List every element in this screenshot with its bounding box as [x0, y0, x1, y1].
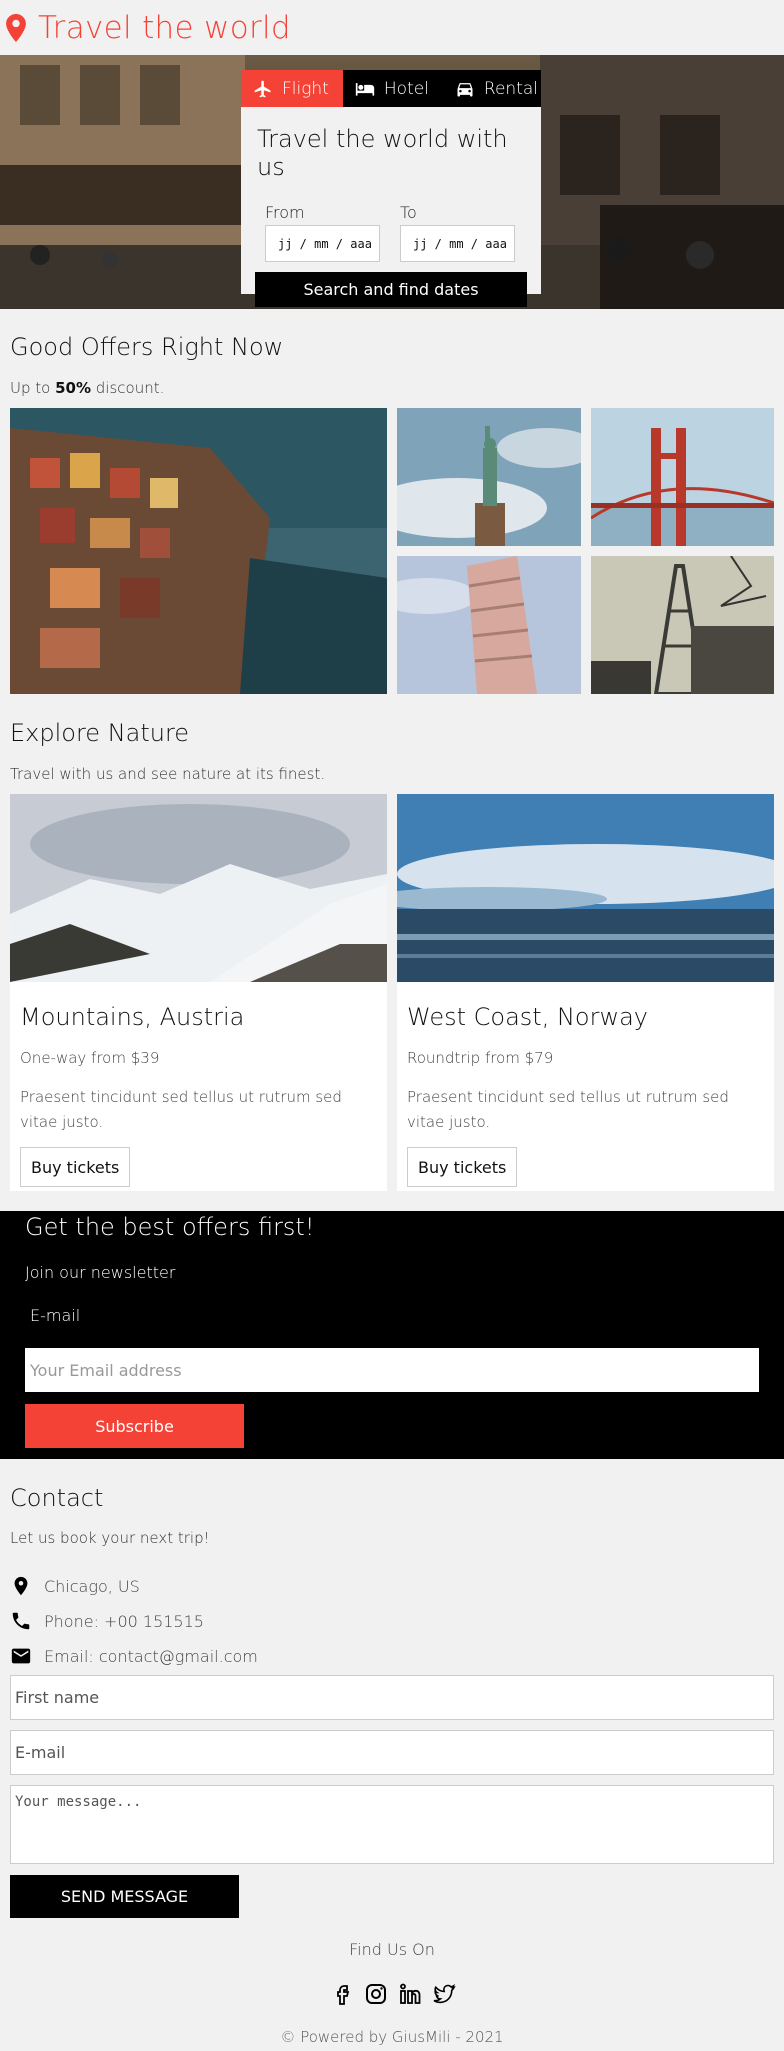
nature-title: Explore Nature — [10, 719, 190, 747]
twitter-icon[interactable] — [432, 1982, 456, 2006]
facebook-icon[interactable] — [330, 1982, 354, 2006]
newsletter-email-input[interactable] — [25, 1348, 759, 1392]
newsletter-section: Get the best offers first! Join our news… — [0, 1211, 784, 1459]
phone-text: Phone: +00 151515 — [44, 1611, 204, 1631]
buy-tickets-button[interactable]: Buy tickets — [20, 1147, 131, 1187]
from-field: From jj / mm / aaa — [265, 203, 380, 262]
booking-heading: Travel the world with us — [257, 125, 508, 181]
card-price: Roundtrip from $79 — [407, 1049, 554, 1067]
hero-banner: Flight Hotel Rental Travel the world wit… — [0, 55, 784, 309]
offers-subtitle: Up to 50% discount. — [10, 379, 165, 397]
map-pin-icon — [6, 13, 26, 42]
map-pin-icon — [14, 1576, 28, 1596]
eiffel-tower-photo — [591, 556, 774, 694]
mountains-photo — [10, 794, 387, 982]
to-label: To — [400, 203, 417, 222]
tab-rental[interactable]: Rental — [443, 70, 552, 107]
instagram-icon[interactable] — [364, 1982, 388, 2006]
linkedin-icon[interactable] — [398, 1982, 422, 2006]
car-icon — [457, 82, 473, 96]
card-title: West Coast, Norway — [407, 1003, 648, 1031]
send-message-button[interactable]: SEND MESSAGE — [10, 1875, 239, 1918]
from-date-input[interactable]: jj / mm / aaa — [265, 225, 380, 262]
contact-location: Chicago, US — [10, 1575, 140, 1597]
golden-gate-photo — [591, 408, 774, 546]
site-header: Travel the world — [0, 0, 784, 55]
tab-flight-label: Flight — [282, 78, 329, 99]
to-date-input[interactable]: jj / mm / aaa — [400, 225, 515, 262]
date-fields: From jj / mm / aaa To jj / mm / aaa — [265, 203, 541, 262]
find-us-heading: Find Us On — [349, 1940, 435, 1959]
tab-rental-label: Rental — [483, 78, 539, 99]
subscribe-button[interactable]: Subscribe — [25, 1404, 244, 1448]
nature-card-austria: Mountains, Austria One-way from $39 Prae… — [10, 794, 387, 1191]
tab-hotel[interactable]: Hotel — [343, 70, 443, 107]
tab-hotel-label: Hotel — [383, 78, 429, 99]
contact-email: Email: contact@gmail.com — [10, 1645, 258, 1667]
newsletter-email-label: E-mail — [30, 1306, 81, 1325]
airplane-icon — [254, 80, 271, 97]
cinque-terre-photo — [10, 408, 387, 694]
social-links — [330, 1982, 456, 2006]
first-name-input[interactable] — [10, 1675, 774, 1720]
card-description: Praesent tincidunt sed tellus ut rutrum … — [407, 1088, 729, 1131]
tab-flight[interactable]: Flight — [241, 70, 343, 107]
copyright-text: © Powered by GiusMili - 2021 — [280, 2028, 504, 2046]
nature-card-norway: West Coast, Norway Roundtrip from $79 Pr… — [367, 794, 784, 1191]
nature-subtitle: Travel with us and see nature at its fin… — [10, 765, 326, 783]
booking-panel: Flight Hotel Rental Travel the world wit… — [241, 70, 541, 307]
card-title: Mountains, Austria — [20, 1003, 245, 1031]
search-dates-button[interactable]: Search and find dates — [255, 272, 527, 307]
ocean-photo — [367, 794, 784, 982]
offers-title: Good Offers Right Now — [10, 333, 284, 361]
booking-tabs: Flight Hotel Rental — [241, 70, 541, 107]
contact-phone: Phone: +00 151515 — [10, 1610, 204, 1632]
site-title[interactable]: Travel the world — [38, 10, 291, 46]
card-description: Praesent tincidunt sed tellus ut rutrum … — [20, 1088, 342, 1131]
contact-subtitle: Let us book your next trip! — [10, 1529, 210, 1547]
from-label: From — [265, 203, 305, 222]
contact-title: Contact — [10, 1484, 104, 1512]
leaning-tower-photo — [397, 556, 581, 694]
card-price: One-way from $39 — [20, 1049, 160, 1067]
mail-icon — [11, 1648, 31, 1664]
buy-tickets-button[interactable]: Buy tickets — [407, 1147, 518, 1187]
bed-icon — [355, 82, 375, 96]
newsletter-title: Get the best offers first! — [25, 1213, 315, 1241]
statue-of-liberty-photo — [397, 408, 581, 546]
message-textarea[interactable] — [10, 1785, 774, 1864]
newsletter-join-text: Join our newsletter — [25, 1263, 176, 1282]
location-text: Chicago, US — [44, 1576, 140, 1596]
contact-email-input[interactable] — [10, 1730, 774, 1775]
email-text[interactable]: Email: contact@gmail.com — [44, 1647, 258, 1666]
to-field: To jj / mm / aaa — [400, 203, 515, 262]
phone-icon — [12, 1612, 30, 1630]
